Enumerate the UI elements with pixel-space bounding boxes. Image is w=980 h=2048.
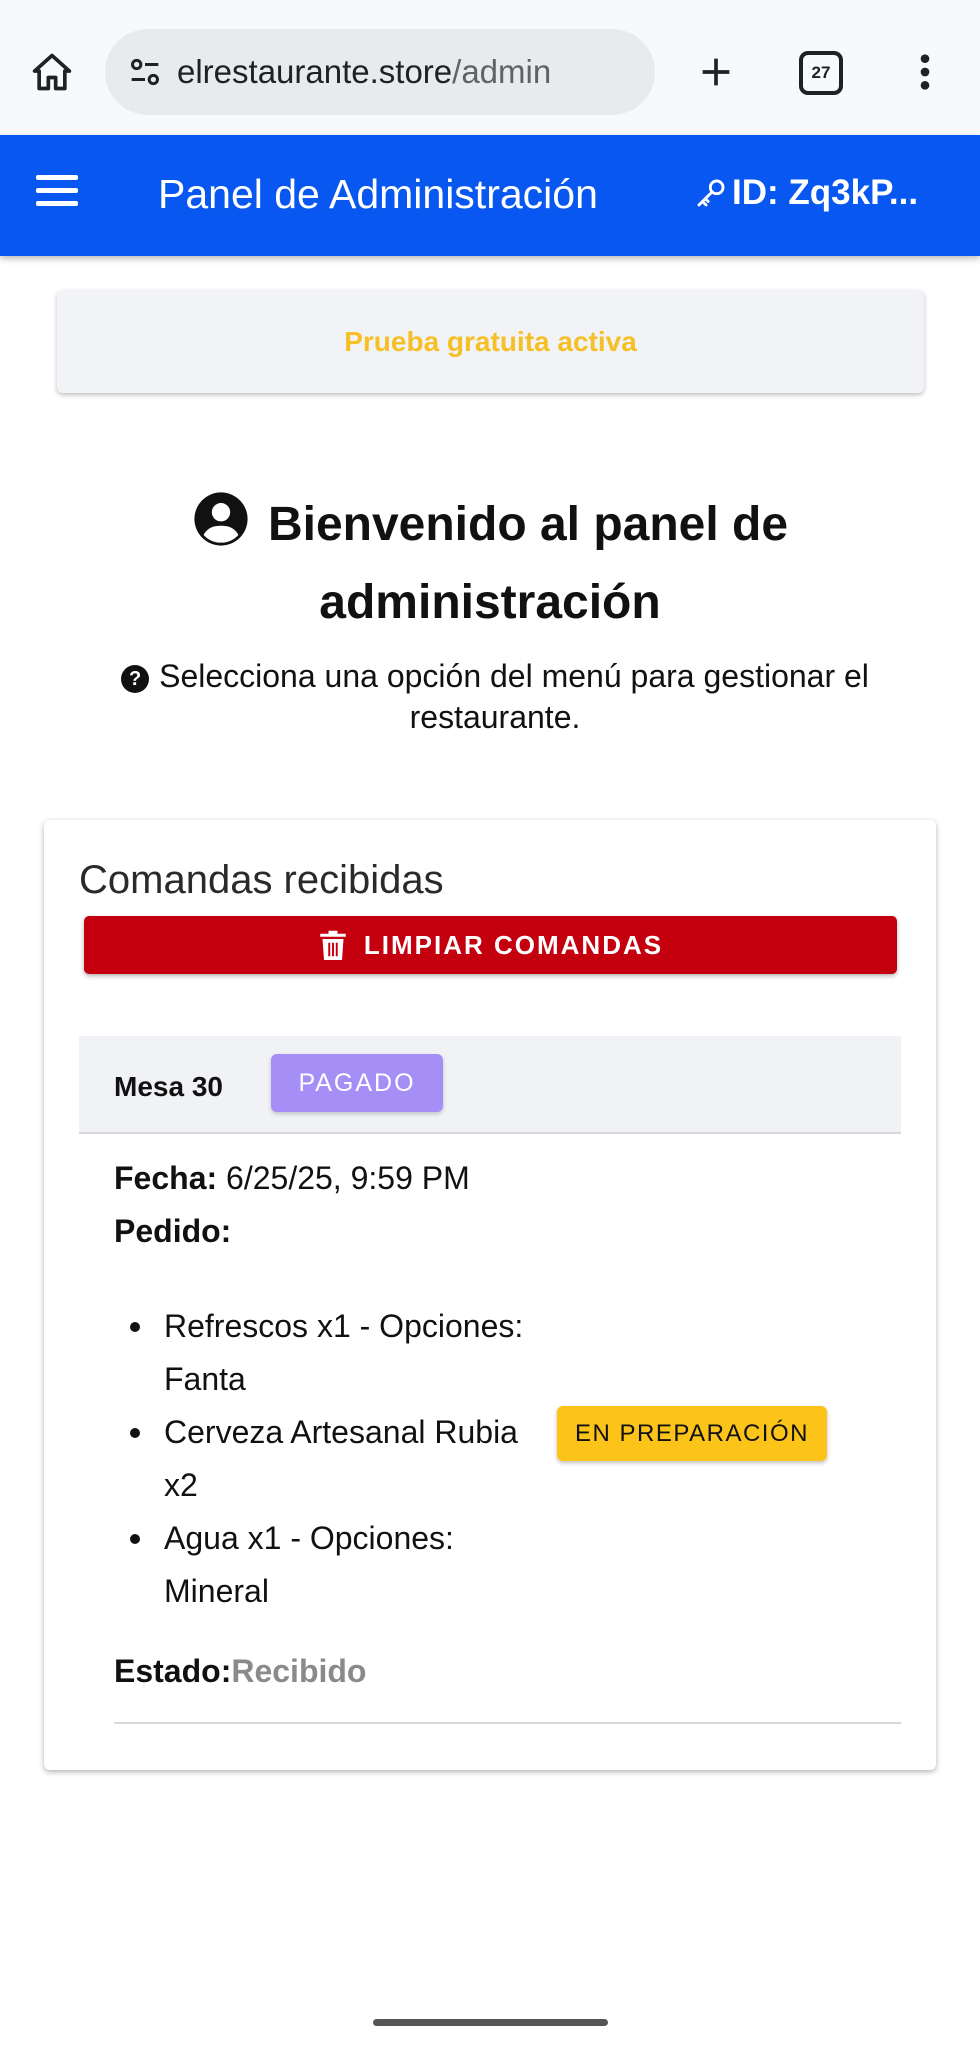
welcome-section: Bienvenido al panel de administración (60, 490, 920, 638)
welcome-title: Bienvenido al panel de administración (60, 490, 920, 638)
app-title: Panel de Administración (158, 171, 598, 217)
account-circle-icon (192, 490, 250, 568)
trial-banner-text: Prueba gratuita activa (344, 325, 637, 357)
more-vert-icon[interactable] (900, 44, 950, 100)
home-icon[interactable] (24, 44, 80, 100)
in-preparation-badge[interactable]: EN PREPARACIÓN (557, 1406, 827, 1461)
order-item: Agua x1 - Opciones: Mineral (130, 1512, 864, 1618)
order-item-text: Refrescos x1 - Opciones: Fanta (164, 1308, 524, 1397)
order-table: Mesa 30 (114, 1071, 223, 1102)
order-status-value: Recibido (231, 1653, 367, 1689)
orders-title: Comandas recibidas (79, 858, 444, 902)
site-settings-icon[interactable] (125, 52, 165, 92)
order-status: Estado:Recibido (114, 1653, 366, 1690)
order-items-list: Refrescos x1 - Opciones: Fanta Cerveza A… (130, 1300, 864, 1618)
restaurant-id[interactable]: ID: Zq3kP... (694, 173, 918, 213)
key-icon (697, 179, 725, 207)
tab-switcher-button[interactable]: 27 (799, 51, 843, 95)
url-text: elrestaurante.store/admin (177, 53, 551, 91)
tab-count: 27 (811, 63, 831, 82)
trash-icon (320, 930, 346, 960)
browser-toolbar: elrestaurante.store/admin 27 (0, 0, 980, 135)
divider (114, 1722, 901, 1724)
order-item: Refrescos x1 - Opciones: Fanta (130, 1300, 864, 1406)
order-items-label: Pedido: (114, 1213, 232, 1249)
order-date-value: 6/25/25, 9:59 PM (226, 1160, 470, 1196)
gesture-nav-handle[interactable] (373, 2019, 608, 2026)
order-item: Cerveza Artesanal Rubia x2 EN PREPARACIÓN (130, 1406, 864, 1512)
url-host: elrestaurante.store (177, 53, 453, 90)
menu-icon[interactable] (36, 175, 86, 215)
order-date: Fecha: 6/25/25, 9:59 PM (114, 1160, 470, 1197)
clear-orders-label: LIMPIAR COMANDAS (363, 929, 664, 960)
welcome-subtitle-text: Selecciona una opción del menú para gest… (159, 658, 869, 735)
restaurant-id-label: ID: Zq3kP... (732, 173, 919, 212)
new-tab-icon[interactable] (688, 44, 744, 100)
help-icon: ? (121, 665, 150, 693)
app-header: Panel de Administración ID: Zq3kP... (0, 135, 980, 256)
welcome-title-text: Bienvenido al panel de administración (267, 498, 789, 629)
url-path: /admin (452, 53, 552, 90)
orders-card: Comandas recibidas LIMPIAR COMANDAS Mesa… (44, 820, 936, 1770)
welcome-subtitle: ? Selecciona una opción del menú para ges… (70, 656, 920, 738)
address-bar[interactable]: elrestaurante.store/admin (105, 29, 655, 115)
order-header: Mesa 30 PAGADO (79, 1036, 901, 1134)
clear-orders-button[interactable]: LIMPIAR COMANDAS (84, 916, 897, 974)
order-item-text: Agua x1 - Opciones: Mineral (164, 1520, 454, 1609)
order-date-label: Fecha: (114, 1160, 218, 1196)
paid-badge[interactable]: PAGADO (271, 1054, 443, 1112)
trial-banner: Prueba gratuita activa (57, 290, 924, 393)
order-status-label: Estado: (114, 1653, 232, 1689)
order-item-text: Cerveza Artesanal Rubia x2 (164, 1414, 518, 1503)
